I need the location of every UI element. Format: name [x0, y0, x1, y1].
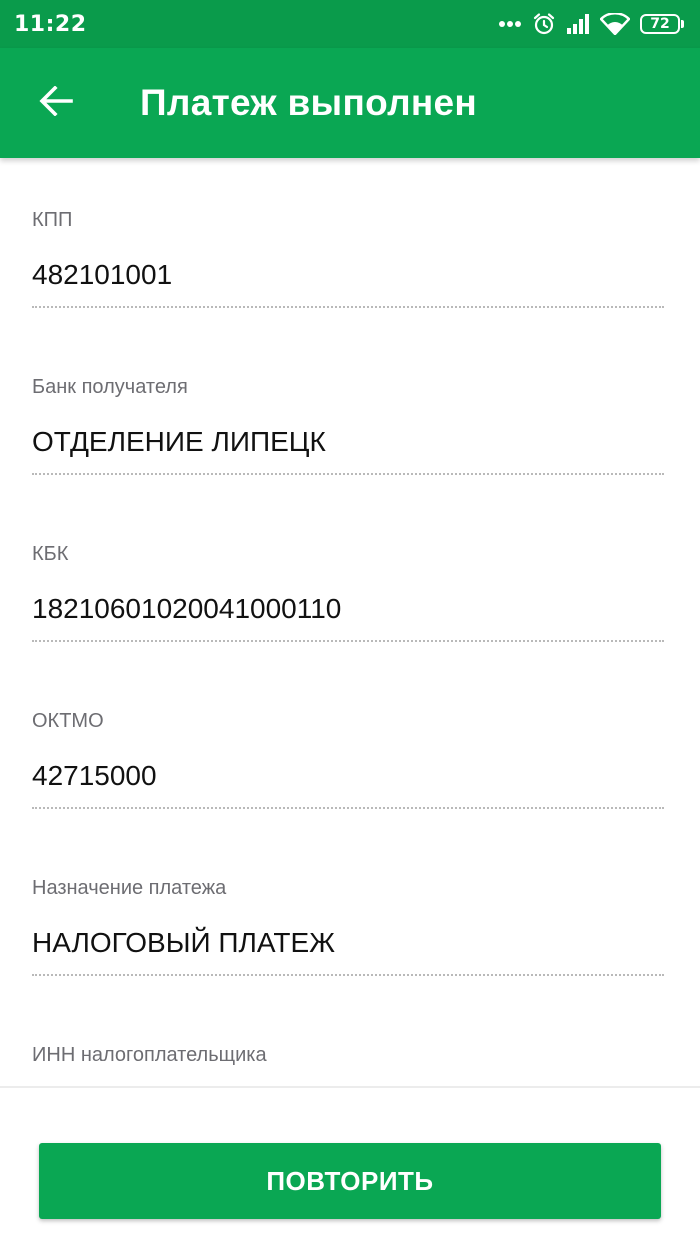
alarm-clock-icon: [532, 12, 556, 36]
field-label: Назначение платежа: [32, 877, 227, 899]
field-label: ИНН налогоплательщика: [32, 1044, 267, 1066]
field-value: 42715000: [32, 760, 157, 791]
page-title: Платеж выполнен: [140, 82, 478, 123]
repeat-button[interactable]: ПОВТОРИТЬ: [39, 1143, 661, 1219]
payment-details[interactable]: КПП 482101001 Банк получателя ОТДЕЛЕНИЕ …: [0, 158, 700, 1086]
more-dots-icon: [498, 20, 522, 28]
field-oktmo: ОКТМО 42715000: [32, 709, 664, 809]
field-value: 482101001: [32, 259, 173, 290]
field-label: КБК: [32, 543, 69, 565]
field-label: Банк получателя: [32, 376, 188, 398]
field-value: ОТДЕЛЕНИЕ ЛИПЕЦК: [32, 426, 326, 457]
battery-level: 72: [640, 14, 680, 34]
status-time: 11:22: [14, 11, 87, 37]
status-icons: 72: [498, 12, 684, 36]
field-divider: [32, 306, 664, 308]
field-value: НАЛОГОВЫЙ ПЛАТЕЖ: [32, 927, 336, 958]
field-divider: [32, 807, 664, 809]
signal-icon: [566, 13, 590, 35]
field-divider: [32, 974, 664, 976]
field-divider: [32, 640, 664, 642]
wifi-icon: [600, 13, 630, 35]
field-recipient-bank: Банк получателя ОТДЕЛЕНИЕ ЛИПЕЦК: [32, 375, 664, 475]
field-value: 18210601020041000110: [32, 593, 342, 624]
field-taxpayer-inn: ИНН налогоплательщика: [32, 1043, 664, 1067]
field-divider: [32, 473, 664, 475]
field-label: КПП: [32, 209, 73, 231]
app-bar: Платеж выполнен: [0, 48, 700, 158]
arrow-left-icon: [39, 84, 73, 121]
status-bar: 11:22 72: [0, 0, 700, 48]
back-button[interactable]: [26, 73, 86, 133]
field-kbk: КБК 18210601020041000110: [32, 542, 664, 642]
field-label: ОКТМО: [32, 710, 104, 732]
field-payment-purpose: Назначение платежа НАЛОГОВЫЙ ПЛАТЕЖ: [32, 876, 664, 976]
battery-icon: 72: [640, 14, 684, 34]
footer-divider: [0, 1086, 700, 1088]
field-kpp: КПП 482101001: [32, 208, 664, 308]
